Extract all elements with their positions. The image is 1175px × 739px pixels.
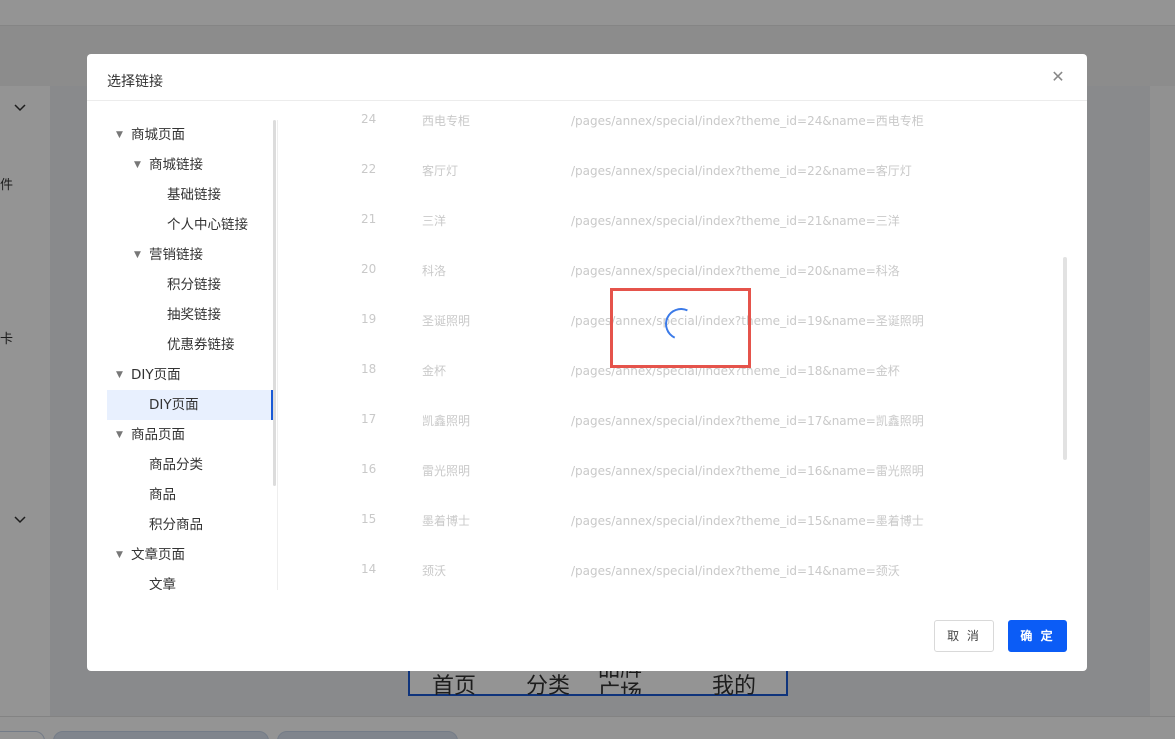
tree-node-label: 基础链接 (167, 187, 221, 203)
tree-node-label: 商城链接 (149, 157, 203, 173)
tree-node-goods[interactable]: 商品 (107, 480, 273, 510)
tree-node-lottery-links[interactable]: 抽奖链接 (107, 300, 273, 330)
row-name: 圣诞照明 (422, 314, 471, 328)
row-url: /pages/annex/special/index?theme_id=21&n… (571, 214, 900, 228)
row-url: /pages/annex/special/index?theme_id=17&n… (571, 414, 924, 428)
row-id: 14 (361, 562, 377, 576)
row-id: 21 (361, 212, 377, 226)
tree-node-label: 抽奖链接 (167, 307, 221, 323)
tree-node-label: 商品分类 (149, 457, 203, 473)
tree-node-goods-pages[interactable]: ▼ 商品页面 (107, 420, 273, 450)
row-id: 22 (361, 162, 377, 176)
tree-node-diy-page[interactable]: DIY页面 (107, 390, 273, 420)
tree-node-label: 商品 (149, 487, 176, 503)
row-name: 科洛 (422, 264, 447, 278)
tree-node-article-pages[interactable]: ▼ 文章页面 (107, 540, 273, 570)
caret-down-icon[interactable]: ▼ (116, 420, 123, 450)
tree-node-mall-pages[interactable]: ▼ 商城页面 (107, 120, 273, 150)
tree-node-label: DIY页面 (149, 397, 199, 413)
tree-node-goods-category[interactable]: 商品分类 (107, 450, 273, 480)
row-name: 凯鑫照明 (422, 414, 471, 428)
table-row[interactable]: 24 西电专柜 /pages/annex/special/index?theme… (277, 101, 1067, 146)
tree-node-mall-links[interactable]: ▼ 商城链接 (107, 150, 273, 180)
tree-node-article[interactable]: 文章 (107, 570, 273, 590)
tree-node-label: 营销链接 (149, 247, 203, 263)
tree-node-label: 文章 (149, 577, 176, 590)
tree-node-marketing-links[interactable]: ▼ 营销链接 (107, 240, 273, 270)
tree-node-basic-links[interactable]: 基础链接 (107, 180, 273, 210)
dialog-title: 选择链接 (107, 74, 163, 90)
tree-node-label: 积分链接 (167, 277, 221, 293)
tree-node-points-goods[interactable]: 积分商品 (107, 510, 273, 540)
tree-node-coupon-links[interactable]: 优惠券链接 (107, 330, 273, 360)
row-url: /pages/annex/special/index?theme_id=22&n… (571, 164, 912, 178)
tree-node-label: 个人中心链接 (167, 217, 248, 233)
caret-down-icon[interactable]: ▼ (116, 360, 123, 390)
row-id: 19 (361, 312, 377, 326)
tree-scrollbar[interactable] (273, 120, 276, 486)
row-url: /pages/annex/special/index?theme_id=20&n… (571, 264, 900, 278)
table-row[interactable]: 15 墨着博士 /pages/annex/special/index?theme… (277, 496, 1067, 546)
caret-down-icon[interactable]: ▼ (116, 540, 123, 570)
row-name: 西电专柜 (422, 114, 471, 128)
tree-node-label: 文章页面 (131, 547, 185, 563)
row-id: 20 (361, 262, 377, 276)
row-name: 客厅灯 (422, 164, 459, 178)
tree-node-label: 商品页面 (131, 427, 185, 443)
tree-node-points-links[interactable]: 积分链接 (107, 270, 273, 300)
row-name: 墨着博士 (422, 514, 471, 528)
row-url: /pages/annex/special/index?theme_id=24&n… (571, 114, 924, 128)
table-row[interactable]: 17 凯鑫照明 /pages/annex/special/index?theme… (277, 396, 1067, 446)
tree-node-label: 积分商品 (149, 517, 203, 533)
row-id: 16 (361, 462, 377, 476)
select-link-dialog: 选择链接 ✕ ▼ 商城页面 ▼ 商城链接 基础链接 个人中心链接 ▼ 营销链接 … (87, 54, 1087, 671)
list-scrollbar[interactable] (1063, 257, 1067, 460)
link-category-tree: ▼ 商城页面 ▼ 商城链接 基础链接 个人中心链接 ▼ 营销链接 积分链接 抽奖… (107, 120, 277, 590)
row-id: 24 (361, 112, 377, 126)
close-icon[interactable]: ✕ (1049, 68, 1067, 86)
row-url: /pages/annex/special/index?theme_id=14&n… (571, 564, 900, 578)
table-row[interactable]: 21 三洋 /pages/annex/special/index?theme_i… (277, 196, 1067, 246)
row-id: 17 (361, 412, 377, 426)
table-row[interactable]: 22 客厅灯 /pages/annex/special/index?theme_… (277, 146, 1067, 196)
row-url: /pages/annex/special/index?theme_id=15&n… (571, 514, 924, 528)
row-id: 18 (361, 362, 377, 376)
caret-down-icon[interactable]: ▼ (134, 150, 141, 180)
row-name: 颈沃 (422, 564, 447, 578)
tree-node-label: DIY页面 (131, 367, 181, 383)
tree-node-label: 商城页面 (131, 127, 185, 143)
caret-down-icon[interactable]: ▼ (134, 240, 141, 270)
tree-node-diy-pages[interactable]: ▼ DIY页面 (107, 360, 273, 390)
tree-node-user-center-links[interactable]: 个人中心链接 (107, 210, 273, 240)
cancel-button[interactable]: 取 消 (934, 620, 994, 652)
row-name: 雷光照明 (422, 464, 471, 478)
row-name: 金杯 (422, 364, 447, 378)
caret-down-icon[interactable]: ▼ (116, 120, 123, 150)
row-url: /pages/annex/special/index?theme_id=16&n… (571, 464, 924, 478)
table-row[interactable]: 16 雷光照明 /pages/annex/special/index?theme… (277, 446, 1067, 496)
tree-node-label: 优惠券链接 (167, 337, 235, 353)
row-name: 三洋 (422, 214, 447, 228)
table-row[interactable]: 14 颈沃 /pages/annex/special/index?theme_i… (277, 546, 1067, 591)
confirm-button[interactable]: 确 定 (1008, 620, 1067, 652)
row-id: 15 (361, 512, 377, 526)
